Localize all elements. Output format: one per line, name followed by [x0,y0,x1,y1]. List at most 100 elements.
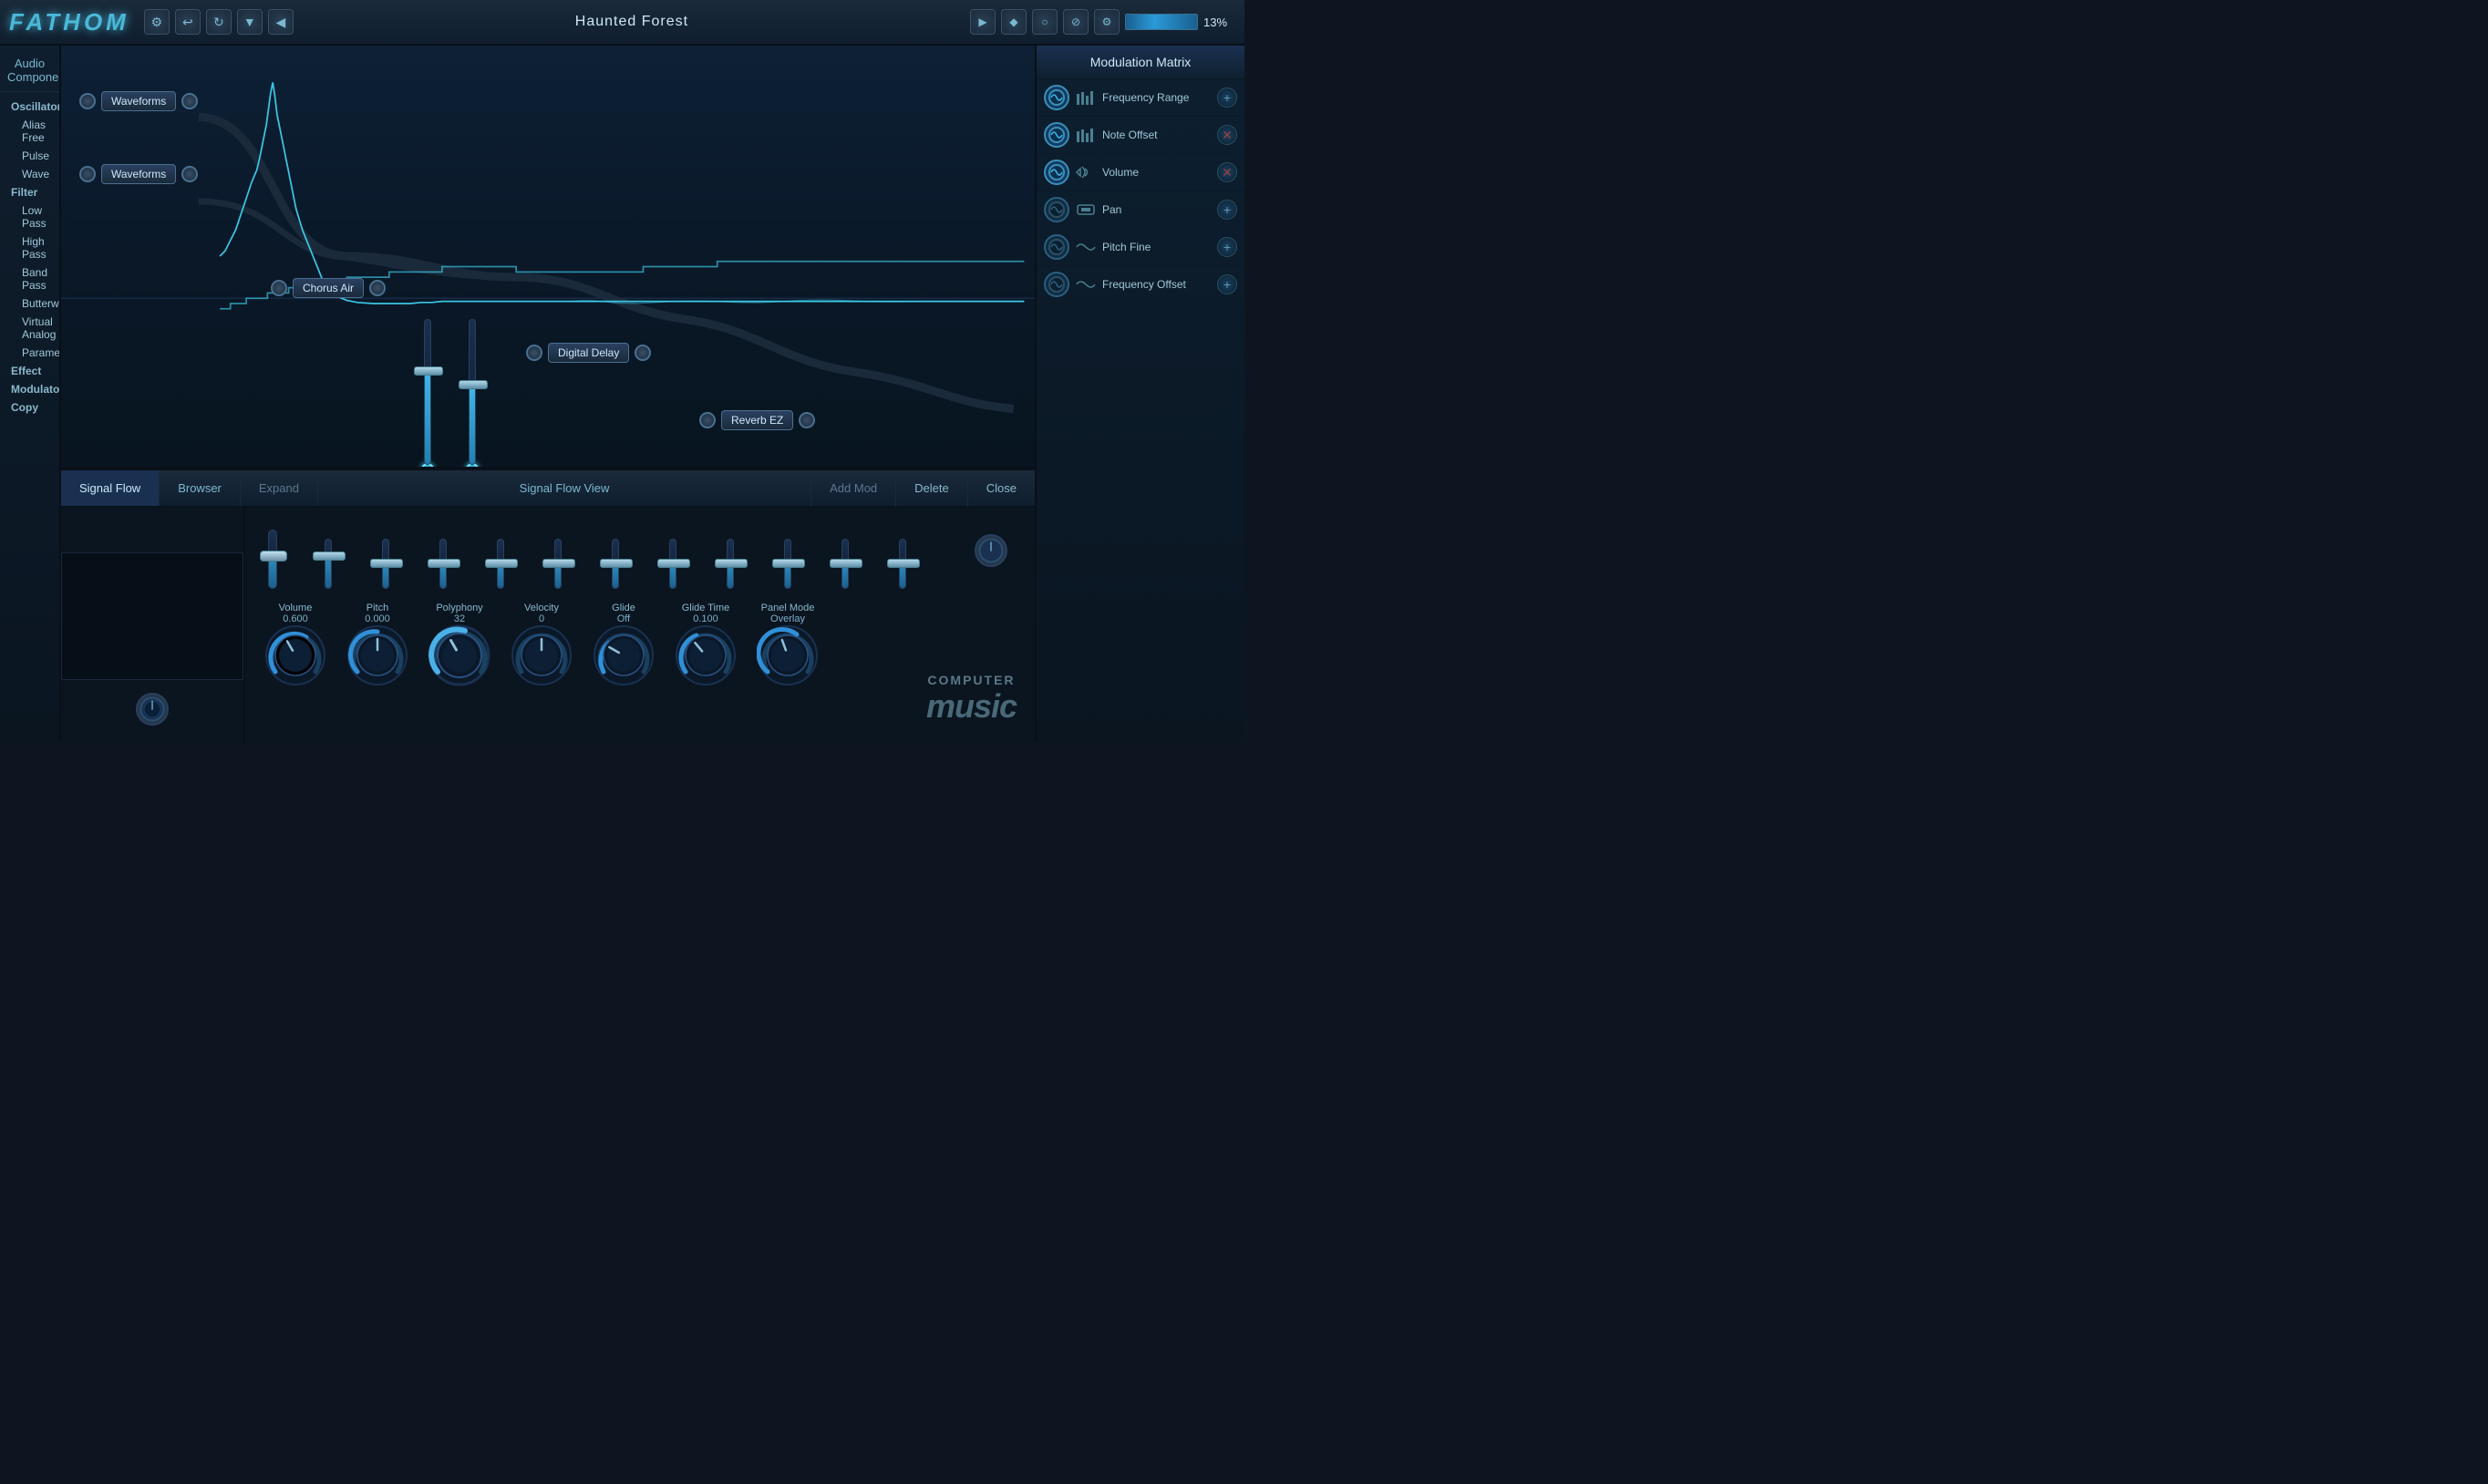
knob-glide-time[interactable] [675,624,737,686]
knob-volume[interactable] [264,624,326,686]
sidebar-category-oscillator: Oscillator [0,98,59,116]
knob-panel-mode[interactable] [757,624,819,686]
node-connector-right-2 [181,166,198,182]
app-logo: FATHOM [9,8,129,36]
tab-signal-flow[interactable]: Signal Flow [61,470,160,506]
knob-glide[interactable] [593,624,655,686]
bottom-knob-small[interactable] [136,693,169,726]
undo-button[interactable]: ↩ [175,9,201,35]
sidebar-item-high-pass[interactable]: High Pass [0,232,59,263]
mod-add-frequency-range[interactable]: + [1217,88,1237,108]
knob-polyphony[interactable] [428,624,490,686]
delete-button[interactable]: Delete [895,470,967,507]
knob-col-volume: Volume 0.600 [254,598,336,686]
mod-source-note-offset[interactable] [1044,122,1069,148]
bottom-content: Volume 0.600 [61,507,1035,744]
fader-6[interactable] [590,539,640,589]
mod-source-frequency-offset[interactable] [1044,272,1069,297]
mod-icon-note-offset [1075,124,1097,146]
sidebar-item-pulse[interactable]: Pulse [0,147,59,165]
node-label-reverb: Reverb EZ [721,410,793,430]
sidebar-category-filter: Filter [0,183,59,201]
sidebar-category-effect: Effect [0,362,59,380]
mod-add-pitch-fine[interactable]: + [1217,237,1237,257]
mod-remove-volume[interactable]: ✕ [1217,162,1237,182]
node-waveforms2[interactable]: Waveforms [79,164,198,184]
mod-row-pitch-fine: Pitch Fine + [1037,229,1244,266]
sidebar-item-virtual-analog[interactable]: Virtual Analog [0,313,59,344]
bottom-toolbar: Signal Flow Browser Expand Signal Flow V… [61,470,1035,507]
fader-8[interactable] [705,539,755,589]
knob-label-pitch: Pitch [366,603,388,613]
knob-label-panel-mode: Panel Mode [761,603,815,613]
knob-label-polyphony: Polyphony [436,603,482,613]
mod-remove-note-offset[interactable]: ✕ [1217,125,1237,145]
knob-pitch[interactable] [346,624,408,686]
record-button[interactable]: ○ [1032,9,1058,35]
mod-icon-pitch-fine [1075,236,1097,258]
sidebar-item-butterworth[interactable]: Butterworth [0,294,59,313]
fader-3[interactable] [418,539,468,589]
sidebar-item-alias-free[interactable]: Alias Free [0,116,59,147]
preset-name: Haunted Forest [299,14,965,30]
back-button[interactable]: ◀ [268,9,294,35]
node-label-delay: Digital Delay [548,343,629,363]
vslider1[interactable] [421,319,434,469]
node-chorus-air[interactable]: Chorus Air [271,278,386,298]
fader-4[interactable] [475,539,525,589]
sidebar-item-band-pass[interactable]: Band Pass [0,263,59,294]
redo-button[interactable]: ↻ [206,9,232,35]
node-digital-delay[interactable]: Digital Delay [526,343,651,363]
right-bottom-knob[interactable] [975,534,1007,567]
bottom-panel: Signal Flow Browser Expand Signal Flow V… [61,469,1035,742]
fader-10[interactable] [820,539,870,589]
sidebar-item-wave[interactable]: Wave [0,165,59,183]
vslider2[interactable] [466,319,479,469]
sidebar-category-modulator: Modulator [0,380,59,398]
node-waveforms1[interactable]: Waveforms [79,91,198,111]
fader-5[interactable] [532,539,583,589]
mod-row-pan: Pan + [1037,191,1244,229]
mod-source-frequency-range[interactable] [1044,85,1069,110]
fader-1[interactable] [303,539,353,589]
node-reverb-ez[interactable]: Reverb EZ [699,410,815,430]
mod-source-pan[interactable] [1044,197,1069,222]
mod-source-pitch-fine[interactable] [1044,234,1069,260]
gear-button[interactable]: ⚙ [144,9,170,35]
close-button[interactable]: Close [967,470,1035,507]
cm-computer-text: COMPUTER [926,673,1017,687]
node-connector-left-reverb [699,412,716,428]
sidebar-title: Audio Components [0,53,59,92]
play-button[interactable]: ▶ [970,9,996,35]
volume-bar[interactable] [1125,14,1198,30]
tab-browser[interactable]: Browser [160,470,241,506]
knob-col-velocity: Velocity 0 [501,598,583,686]
master-fader[interactable] [254,530,291,589]
expand-button[interactable]: Expand [241,470,318,506]
fader-7[interactable] [647,539,697,589]
bookmark-button[interactable]: ◆ [1001,9,1027,35]
add-mod-button[interactable]: Add Mod [810,470,895,507]
sidebar: Audio Components Oscillator Alias Free P… [0,46,61,742]
knob-label-glide-time: Glide Time [682,603,730,613]
knob-label-glide: Glide [612,603,635,613]
mod-source-volume[interactable] [1044,160,1069,185]
save-button[interactable]: ▼ [237,9,263,35]
mod-label-frequency-offset: Frequency Offset [1102,278,1212,291]
fader-9[interactable] [762,539,812,589]
mod-icon-pan [1075,199,1097,221]
knob-velocity[interactable] [511,624,573,686]
sidebar-item-low-pass[interactable]: Low Pass [0,201,59,232]
modulation-title: Modulation Matrix [1037,46,1244,79]
fader-2[interactable] [360,539,410,589]
signal-flow-canvas: Waveforms Waveforms Chorus Air [61,46,1035,469]
knob-value-volume: 0.600 [283,613,308,624]
settings-button[interactable]: ⚙ [1094,9,1120,35]
mod-row-frequency-range: Frequency Range + [1037,79,1244,117]
sidebar-item-parametric[interactable]: Parametric [0,344,59,362]
fader-11[interactable] [877,539,927,589]
mod-add-frequency-offset[interactable]: + [1217,274,1237,294]
mod-add-pan[interactable]: + [1217,200,1237,220]
bypass-button[interactable]: ⊘ [1063,9,1089,35]
channel-faders [303,539,927,589]
